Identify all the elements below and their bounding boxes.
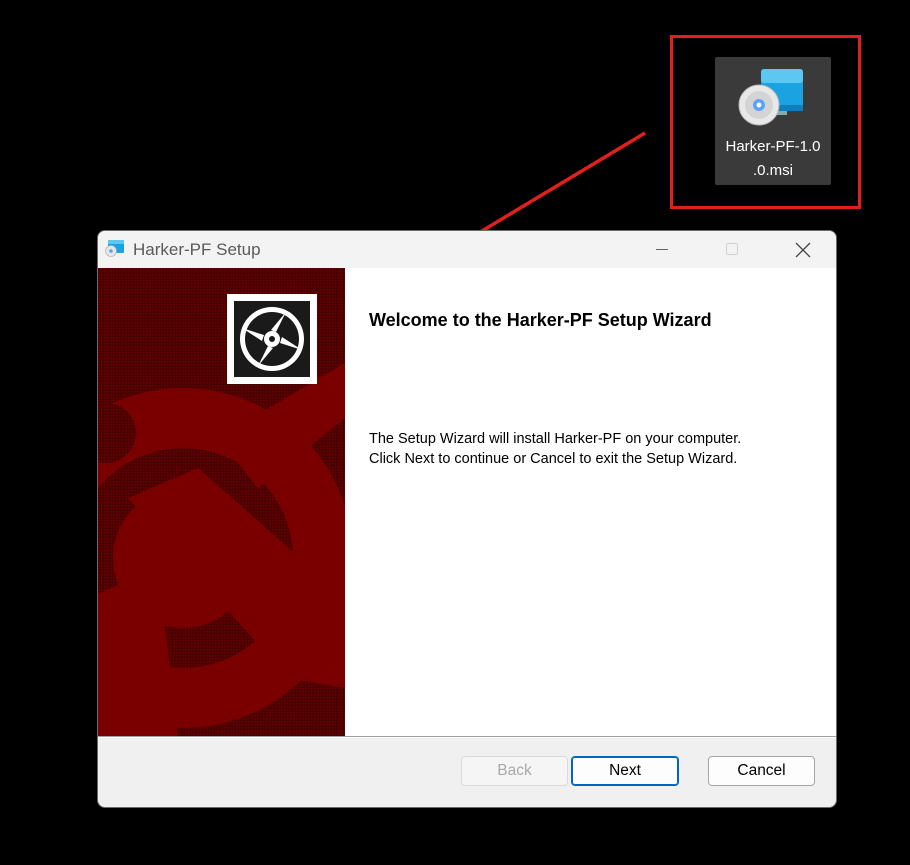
close-icon xyxy=(795,242,811,258)
setup-window: Harker-PF Setup Welcome to the Harker-PF… xyxy=(97,230,837,808)
description-line2: Click Next to continue or Cancel to exit… xyxy=(369,451,738,467)
wizard-description: The Setup Wizard will install Harker-PF … xyxy=(369,429,809,469)
window-title: Harker-PF Setup xyxy=(133,240,261,259)
wizard-heading: Welcome to the Harker-PF Setup Wizard xyxy=(369,310,712,330)
title-bar[interactable]: Harker-PF Setup xyxy=(98,231,836,268)
maximize-button xyxy=(709,231,755,268)
wizard-content: Welcome to the Harker-PF Setup Wizard Th… xyxy=(98,268,836,736)
minimize-button[interactable] xyxy=(639,231,685,268)
wizard-banner-image xyxy=(98,268,345,736)
highlight-box xyxy=(670,35,861,209)
maximize-icon xyxy=(726,243,738,255)
minimize-icon xyxy=(656,249,668,250)
description-line1: The Setup Wizard will install Harker-PF … xyxy=(369,431,742,447)
cancel-button[interactable]: Cancel xyxy=(708,756,815,786)
footer-divider xyxy=(98,736,836,738)
next-button[interactable]: Next xyxy=(571,756,679,786)
back-button: Back xyxy=(461,756,568,786)
close-button[interactable] xyxy=(779,231,825,268)
app-icon xyxy=(105,240,124,257)
